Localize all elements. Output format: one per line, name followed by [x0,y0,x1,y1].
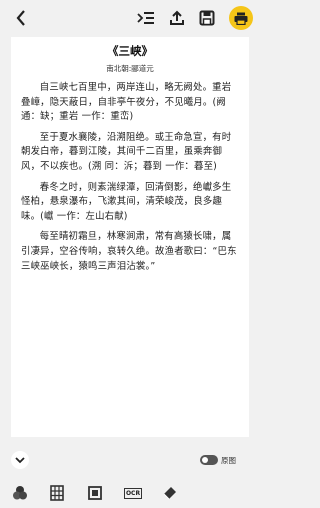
original-label: 原图 [221,455,236,465]
paragraph: 自三峡七百里中，两岸连山，略无阙处。重岩叠嶂，隐天蔽日，自非亭午夜分，不见曦月。… [21,82,232,123]
color-filter-icon[interactable] [11,484,29,502]
poem-title: 《三峡》 [107,44,153,58]
crop-icon[interactable] [86,484,104,502]
document-page: 《三峡》 南北朝:郦道元 自三峡七百里中，两岸连山，略无阙处。重岩叠嶂，隐天蔽日… [11,37,249,437]
save-icon[interactable] [197,8,217,28]
paragraph: 每至晴初霜旦，林寒涧肃，常有高猿长啸，属引凄异，空谷传响，哀转久绝。故渔者歌曰：… [21,231,237,272]
expand-button[interactable] [11,451,29,469]
chevron-down-icon [15,456,25,463]
print-icon[interactable] [229,6,253,30]
poem-author: 南北朝:郦道元 [106,64,154,73]
indent-list-icon[interactable] [136,8,156,28]
upload-icon[interactable] [167,8,187,28]
bottom-toolbar: OCR [0,478,260,508]
ocr-label: OCR [123,487,143,499]
back-icon[interactable] [12,8,30,28]
paragraph: 春冬之时，则素湍绿潭，回清倒影，绝巘多生怪柏，悬泉瀑布，飞漱其间，清荣峻茂，良多… [21,181,232,222]
eraser-icon[interactable] [161,484,179,502]
toggle-switch[interactable] [200,455,218,465]
ocr-icon[interactable]: OCR [123,484,143,502]
top-toolbar [0,0,260,36]
original-image-toggle[interactable]: 原图 [200,453,236,467]
grid-icon[interactable] [48,484,66,502]
paragraph: 至于夏水襄陵，沿溯阻绝。或王命急宣，有时朝发白帝，暮到江陵，其间千二百里，虽乘奔… [21,131,232,172]
